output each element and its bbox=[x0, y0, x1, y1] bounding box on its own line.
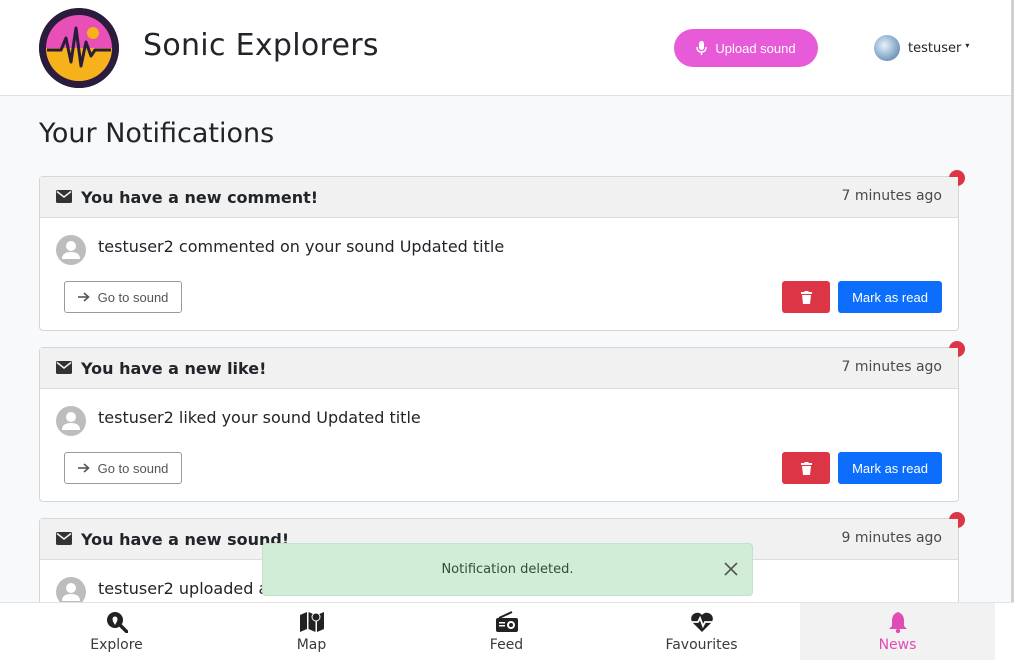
nav-item-label: Feed bbox=[489, 637, 524, 653]
nav-item-label: News bbox=[878, 637, 917, 653]
heart-pulse-icon bbox=[690, 612, 713, 632]
toast-message: Notification deleted. bbox=[441, 562, 574, 577]
notification-title: You have a new like! bbox=[81, 359, 267, 378]
notification-header: You have a new like! 7 minutes ago bbox=[40, 348, 958, 389]
chevron-down-icon: ▾ bbox=[965, 40, 970, 50]
trash-icon bbox=[800, 461, 812, 475]
user-menu[interactable]: testuser ▾ bbox=[874, 34, 969, 62]
delete-button[interactable] bbox=[782, 452, 830, 484]
notification-title: You have a new comment! bbox=[81, 188, 319, 207]
search-location-icon bbox=[106, 612, 128, 633]
upload-sound-button[interactable]: Upload sound bbox=[674, 29, 818, 67]
logo-graphic bbox=[39, 8, 119, 88]
user-icon bbox=[62, 241, 80, 259]
nav-item-news[interactable]: News bbox=[800, 603, 995, 660]
notification-body: testuser2 liked your sound Updated title… bbox=[40, 389, 958, 501]
go-to-sound-button[interactable]: Go to sound bbox=[64, 452, 182, 484]
page-title: Your Notifications bbox=[39, 118, 275, 149]
radio-icon bbox=[495, 611, 518, 632]
notification-message: testuser2 commented on your sound Update… bbox=[98, 237, 505, 256]
bottom-navigation: Explore Map Feed Favourites News bbox=[0, 602, 1014, 660]
arrow-right-icon bbox=[77, 292, 90, 302]
brand-title[interactable]: Sonic Explorers bbox=[143, 28, 379, 63]
top-navbar: Sonic Explorers Upload sound testuser ▾ bbox=[0, 0, 1014, 96]
go-to-sound-label: Go to sound bbox=[97, 289, 169, 305]
nav-item-feed[interactable]: Feed bbox=[409, 603, 604, 660]
envelope-icon bbox=[56, 361, 72, 374]
notification-card: You have a new comment! 7 minutes ago te… bbox=[39, 170, 965, 331]
username-label: testuser bbox=[908, 40, 962, 56]
arrow-right-icon bbox=[77, 463, 90, 473]
map-icon bbox=[299, 612, 324, 632]
user-icon bbox=[62, 412, 80, 430]
mark-as-read-button[interactable]: Mark as read bbox=[838, 281, 942, 313]
mark-as-read-button[interactable]: Mark as read bbox=[838, 452, 942, 484]
notification-body: testuser2 commented on your sound Update… bbox=[40, 218, 958, 330]
notification-header: You have a new comment! 7 minutes ago bbox=[40, 177, 958, 218]
notification-time: 9 minutes ago bbox=[841, 530, 942, 546]
notification-card: You have a new like! 7 minutes ago testu… bbox=[39, 341, 965, 502]
notification-time: 7 minutes ago bbox=[841, 359, 942, 375]
go-to-sound-button[interactable]: Go to sound bbox=[64, 281, 182, 313]
nav-item-label: Map bbox=[296, 637, 327, 653]
microphone-icon bbox=[696, 41, 708, 55]
nav-item-label: Explore bbox=[90, 637, 143, 653]
envelope-icon bbox=[56, 532, 72, 545]
trash-icon bbox=[800, 290, 812, 304]
user-avatar bbox=[874, 35, 900, 61]
envelope-icon bbox=[56, 190, 72, 203]
toast-notification: Notification deleted. bbox=[262, 543, 753, 596]
delete-button[interactable] bbox=[782, 281, 830, 313]
bell-icon bbox=[888, 612, 907, 633]
notification-message: testuser2 uploaded a n bbox=[98, 579, 284, 598]
close-icon[interactable] bbox=[724, 562, 738, 576]
nav-item-map[interactable]: Map bbox=[214, 603, 409, 660]
nav-item-label: Favourites bbox=[665, 637, 738, 653]
notification-time: 7 minutes ago bbox=[841, 188, 942, 204]
nav-item-explore[interactable]: Explore bbox=[19, 603, 214, 660]
go-to-sound-label: Go to sound bbox=[97, 460, 169, 476]
notification-message: testuser2 liked your sound Updated title bbox=[98, 408, 421, 427]
notification-title: You have a new sound! bbox=[81, 530, 290, 549]
user-avatar bbox=[56, 235, 86, 265]
nav-item-favourites[interactable]: Favourites bbox=[604, 603, 799, 660]
upload-sound-label: Upload sound bbox=[715, 40, 796, 56]
app-logo[interactable] bbox=[39, 8, 119, 88]
user-avatar bbox=[56, 406, 86, 436]
